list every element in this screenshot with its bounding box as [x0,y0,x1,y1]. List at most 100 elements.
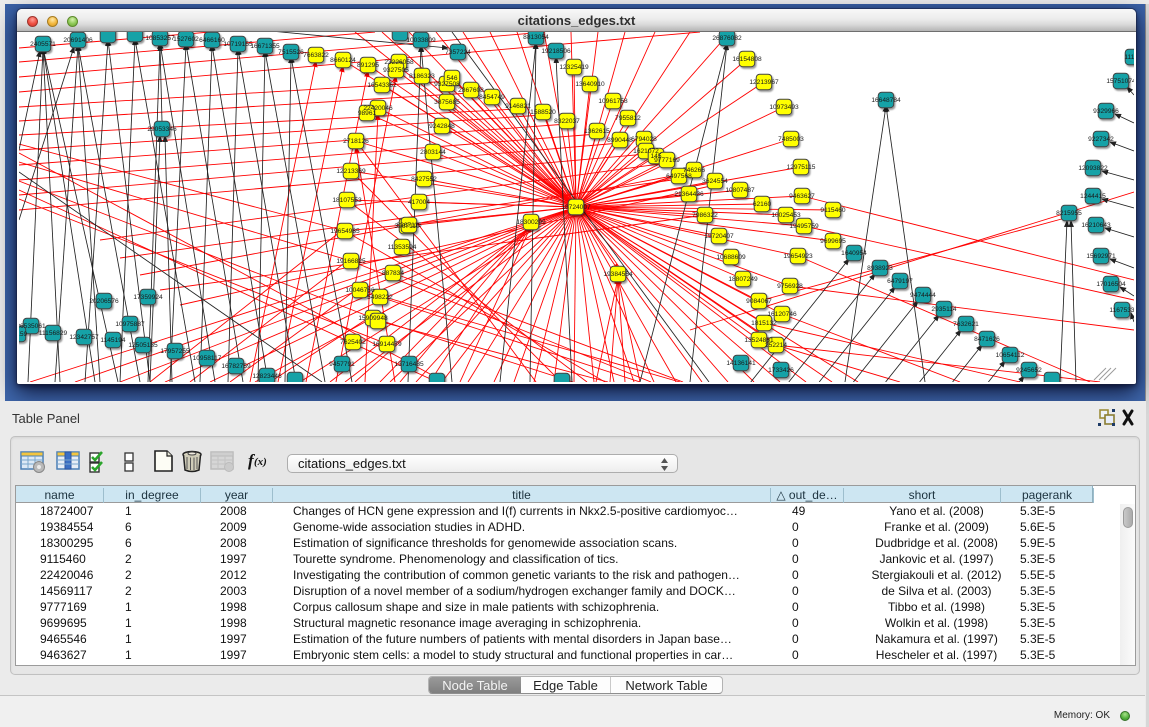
svg-text:17957255: 17957255 [160,348,190,355]
svg-text:2935114: 2935114 [931,306,957,313]
svg-text:10973493: 10973493 [769,104,799,111]
svg-text:7663822: 7663822 [303,52,329,59]
svg-text:8471626: 8471626 [974,336,1000,343]
svg-text:11156829: 11156829 [39,330,68,337]
svg-text:10961758: 10961758 [598,98,628,105]
svg-text:9699695: 9699695 [820,238,846,245]
svg-text:1167533: 1167533 [1109,307,1134,314]
svg-text:10046766: 10046766 [345,287,375,294]
svg-text:6479197: 6479197 [887,278,913,285]
svg-text:12213967: 12213967 [749,79,779,86]
svg-text:12823446: 12823446 [252,373,282,380]
svg-text:8990448: 8990448 [607,137,633,144]
svg-text:7986322: 7986322 [692,212,718,219]
svg-text:10688609: 10688609 [716,254,746,261]
svg-text:8322037: 8322037 [554,118,580,125]
svg-text:6794028: 6794028 [631,136,657,143]
svg-text:1145194: 1145194 [100,337,126,344]
svg-text:9327508: 9327508 [434,81,460,88]
svg-text:10958117: 10958117 [193,355,222,362]
svg-text:9777169: 9777169 [654,157,680,164]
svg-text:8938923: 8938923 [867,265,893,272]
svg-text:18300295: 18300295 [516,219,546,226]
svg-text:9463627: 9463627 [789,193,815,200]
svg-text:9756928: 9756928 [777,283,803,290]
svg-text:7955812: 7955812 [615,115,641,122]
svg-text:16914479: 16914479 [372,341,402,348]
svg-text:16210643: 16210643 [1081,222,1111,229]
svg-text:23226058: 23226058 [384,59,414,66]
svg-text:5498222: 5498222 [367,294,393,301]
svg-text:12093822: 12093822 [1078,165,1108,172]
svg-text:9245652: 9245652 [1016,367,1042,374]
svg-text:7515526: 7515526 [278,49,304,56]
svg-text:9146821: 9146821 [505,103,531,110]
svg-text:16120746: 16120746 [767,311,797,318]
svg-text:16671355: 16671355 [250,43,280,50]
svg-text:6466160: 6466160 [199,37,225,44]
svg-text:19654923: 19654923 [783,253,813,260]
svg-text:19654985: 19654985 [330,228,360,235]
svg-text:10033809: 10033809 [406,37,436,44]
svg-text:12213369: 12213369 [336,168,366,175]
svg-text:20691406: 20691406 [63,37,93,44]
svg-text:10853257: 10853257 [145,35,175,42]
svg-text:1588520: 1588520 [530,109,556,116]
svg-text:2405571: 2405571 [30,41,56,48]
svg-text:11123: 11123 [1124,54,1134,61]
svg-text:7485003: 7485003 [778,136,804,143]
svg-text:17359924: 17359924 [133,294,163,301]
svg-text:9327505: 9327505 [383,67,409,74]
svg-text:8454749: 8454749 [479,94,505,101]
svg-text:8813054: 8813054 [523,34,549,41]
svg-text:18107553: 18107553 [332,197,362,204]
svg-text:8427552: 8427552 [411,176,437,183]
svg-text:17016504: 17016504 [1096,281,1126,288]
svg-text:15909948: 15909948 [358,315,388,322]
svg-text:13640910: 13640910 [575,81,605,88]
svg-text:1815132: 1815132 [751,320,777,327]
svg-text:16543362: 16543362 [367,82,397,89]
svg-text:(x): (x) [254,456,267,468]
svg-text:10025453: 10025453 [771,212,801,219]
svg-text:12342757: 12342757 [69,334,99,341]
svg-text:11353594: 11353594 [388,244,417,251]
svg-text:10719155: 10719155 [223,41,253,48]
svg-text:10807487: 10807487 [725,187,755,194]
svg-text:15692971: 15692971 [1086,253,1116,260]
svg-text:252214: 252214 [765,342,787,349]
svg-text:9227342: 9227342 [1088,136,1114,143]
svg-text:98961: 98961 [358,110,377,117]
svg-text:3624554: 3624554 [702,178,728,185]
svg-text:1640954: 1640954 [841,250,867,257]
svg-text:9474444: 9474444 [910,292,936,299]
svg-text:13716485: 13716485 [394,361,424,368]
svg-text:9084067: 9084067 [746,298,772,305]
svg-text:3875685: 3875685 [434,99,460,106]
svg-text:1244415: 1244415 [1080,193,1106,200]
svg-text:1527602: 1527602 [173,36,199,43]
svg-text:20206576: 20206576 [89,298,119,305]
svg-text:62160: 62160 [753,201,772,208]
svg-text:18724007: 18724007 [561,204,591,211]
svg-text:12505135: 12505135 [128,342,158,349]
svg-text:7625402: 7625402 [340,339,366,346]
svg-text:10654112: 10654112 [996,352,1025,359]
svg-text:21364436: 21364436 [674,191,704,198]
svg-text:8215955: 8215955 [1056,210,1082,217]
svg-text:8186323: 8186323 [409,73,435,80]
svg-text:26876082: 26876082 [712,35,742,42]
svg-text:16782759: 16782759 [221,363,251,370]
svg-text:15751074: 15751074 [1106,78,1134,85]
svg-text:546: 546 [446,75,457,82]
svg-text:14136141: 14136141 [726,360,756,367]
svg-text:8267115: 8267115 [396,222,422,229]
svg-text:9329966: 9329966 [1093,108,1119,115]
svg-text:12975115: 12975115 [787,164,816,171]
svg-text:7632621: 7632621 [953,321,979,328]
svg-text:15720407: 15720407 [704,233,734,240]
svg-text:12325419: 12325419 [559,64,589,71]
svg-text:746266: 746266 [683,167,705,174]
svg-text:417004: 417004 [408,199,430,206]
svg-text:10975887: 10975887 [115,321,145,328]
